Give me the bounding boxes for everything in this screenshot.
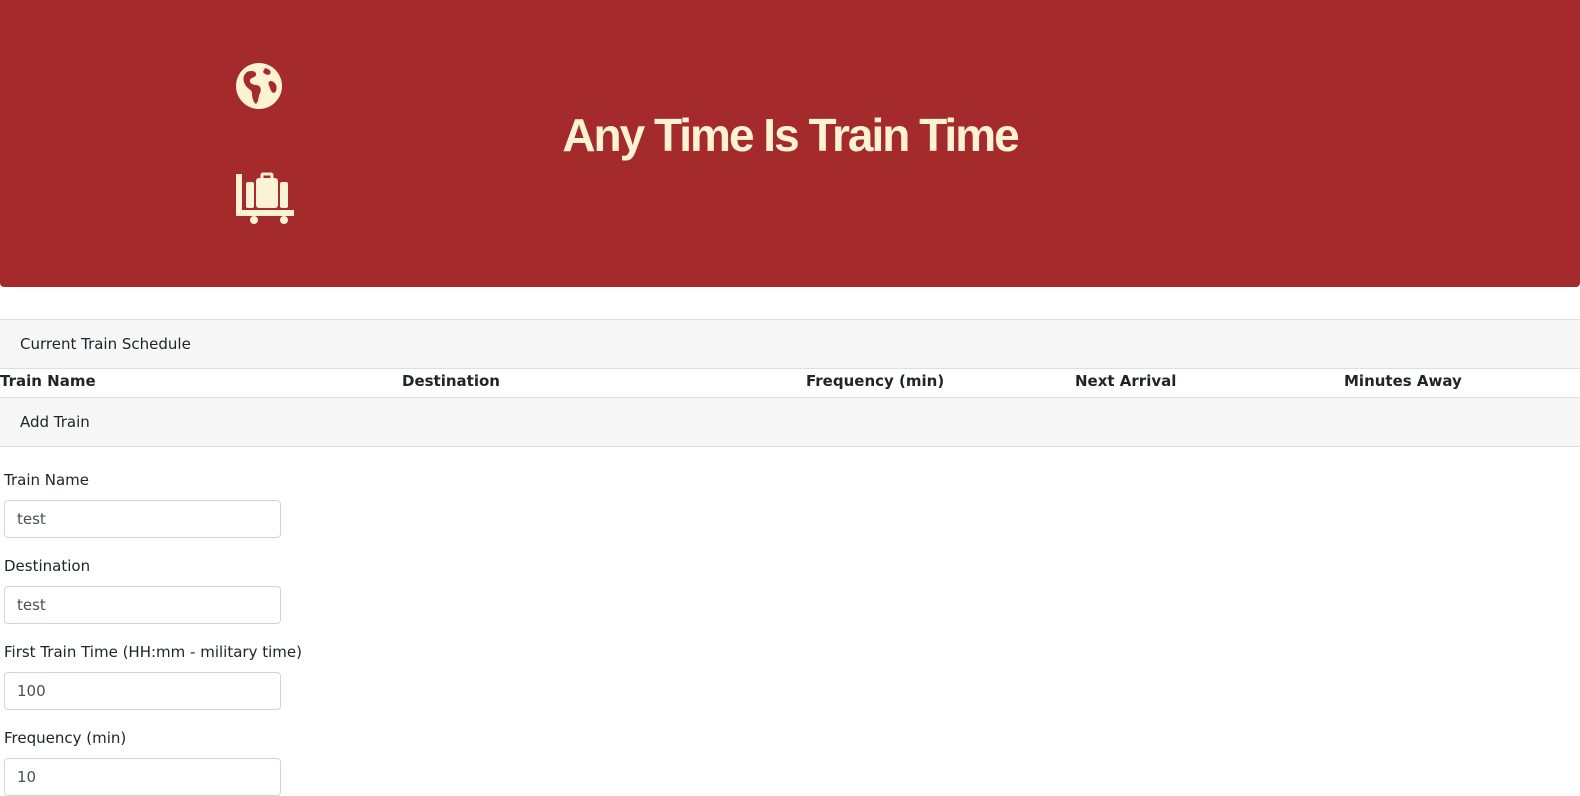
luggage-cart-icon bbox=[236, 172, 294, 224]
globe-icon bbox=[236, 63, 282, 109]
schedule-table-header: Train Name Destination Frequency (min) N… bbox=[0, 369, 1580, 397]
column-frequency: Frequency (min) bbox=[806, 372, 945, 390]
column-minutes-away: Minutes Away bbox=[1344, 372, 1462, 390]
column-next-arrival: Next Arrival bbox=[1075, 372, 1177, 390]
first-train-time-input[interactable] bbox=[4, 672, 281, 710]
schedule-card-header: Current Train Schedule bbox=[0, 319, 1580, 369]
column-destination: Destination bbox=[402, 372, 500, 390]
column-train-name: Train Name bbox=[0, 372, 96, 390]
frequency-input[interactable] bbox=[4, 758, 281, 796]
add-train-card-header: Add Train bbox=[0, 397, 1580, 447]
train-name-label: Train Name bbox=[4, 471, 90, 489]
first-train-time-label: First Train Time (HH:mm - military time) bbox=[4, 643, 302, 661]
page-title: Any Time Is Train Time bbox=[562, 109, 1019, 161]
frequency-label: Frequency (min) bbox=[4, 729, 127, 747]
destination-label: Destination bbox=[4, 557, 91, 575]
header-banner: Any Time Is Train Time bbox=[0, 0, 1580, 287]
destination-input[interactable] bbox=[4, 586, 281, 624]
train-name-input[interactable] bbox=[4, 500, 281, 538]
